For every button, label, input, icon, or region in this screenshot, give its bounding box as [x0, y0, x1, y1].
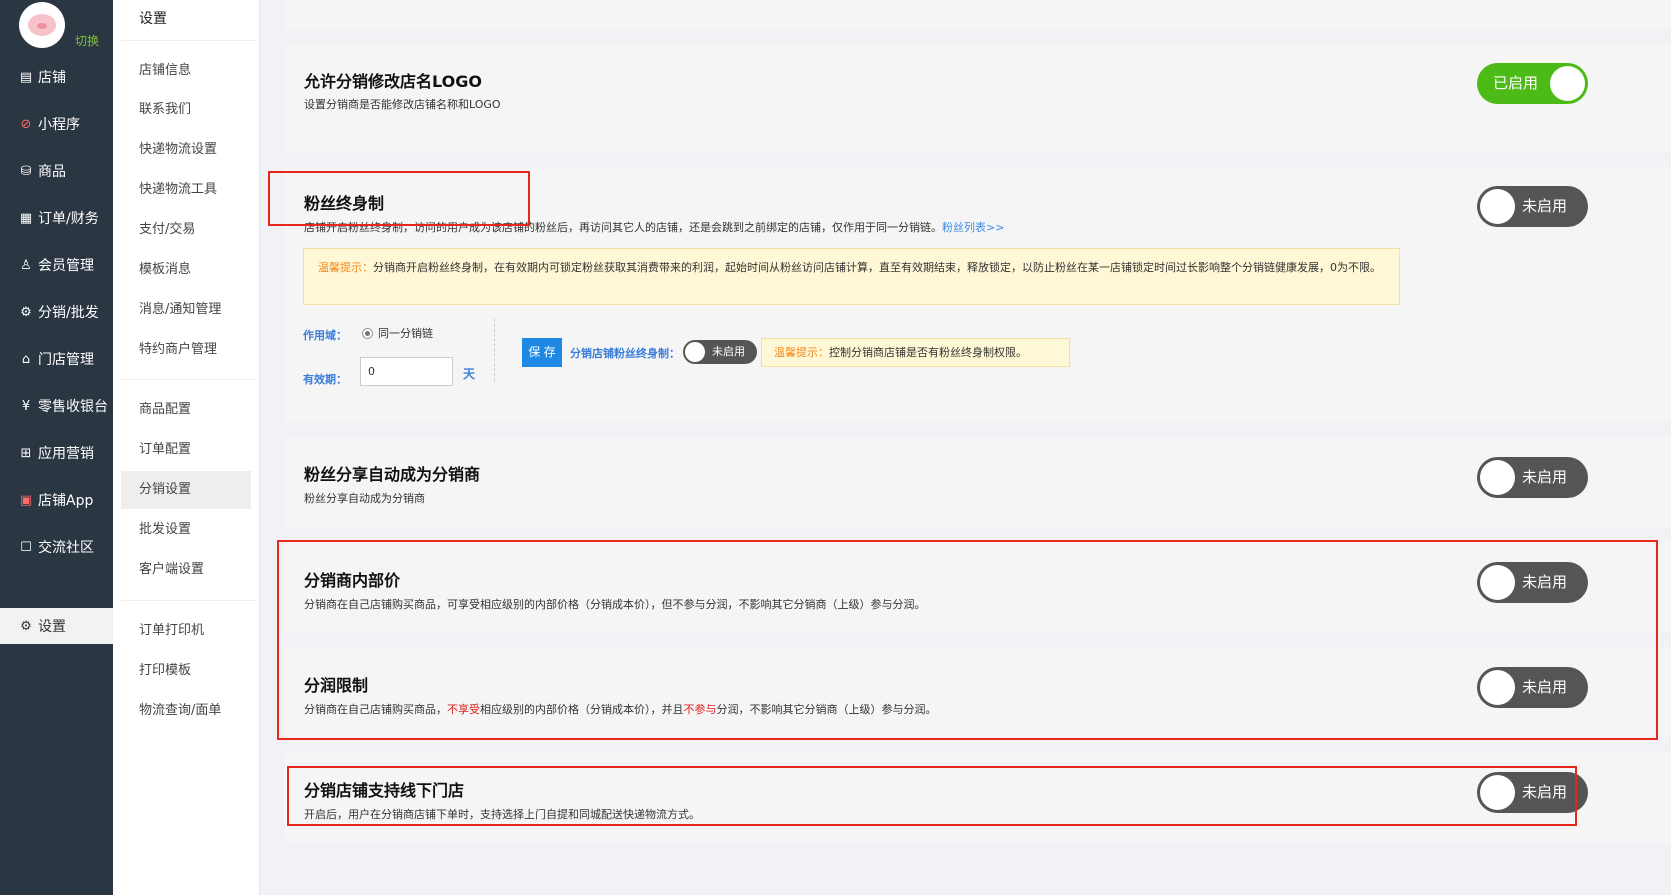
submenu-divider: [121, 379, 257, 380]
setting-desc: 设置分销商是否能修改店铺名称和LOGO: [304, 98, 501, 111]
submenu-item-store-info[interactable]: 店铺信息: [121, 52, 251, 90]
toggle-knob: [1480, 460, 1515, 495]
valid-period-label: 有效期：: [303, 373, 347, 386]
fans-tip: 温馨提示：分销商开启粉丝终身制，在有效期内可锁定粉丝获取其消费带来的利润，起始时…: [303, 248, 1400, 305]
submenu-item-client-settings[interactable]: 客户端设置: [121, 551, 251, 589]
toggle-knob: [685, 342, 705, 362]
nav-item-distribution[interactable]: ⚙ 分销/批发: [0, 294, 113, 330]
submenu-divider: [121, 40, 257, 41]
submenu-item-logistics-settings[interactable]: 快递物流设置: [121, 131, 251, 169]
submenu-item-contact[interactable]: 联系我们: [121, 91, 251, 129]
submenu-item-template-msg[interactable]: 模板消息: [121, 251, 251, 289]
submenu-item-order-printer[interactable]: 订单打印机: [121, 612, 251, 650]
app-icon: ▣: [19, 492, 33, 508]
settings-submenu: 设置 店铺信息 联系我们 快递物流设置 快递物流工具 支付/交易 模板消息 消息…: [113, 0, 260, 895]
settings-card-top: [284, 0, 1671, 30]
shop-icon: ⌂: [21, 351, 31, 367]
nav-item-shop[interactable]: ⌂ 门店管理: [0, 341, 113, 377]
main-nav: 切换 ▤ 店铺 ⊘ 小程序 ⛁ 商品 ▦ 订单/财务 ♙ 会员管理 ⚙ 分销/批发 ⌂ 门店管…: [0, 0, 113, 895]
scope-label: 作用域：: [303, 329, 347, 342]
switch-store-link[interactable]: 切换: [75, 32, 99, 49]
save-button[interactable]: 保 存: [522, 338, 562, 367]
nav-item-order[interactable]: ▦ 订单/财务: [0, 200, 113, 236]
community-icon: ☐: [20, 539, 32, 555]
apps-icon: ⊞: [20, 445, 32, 461]
nav-item-app[interactable]: ▣ 店铺App: [0, 482, 113, 518]
share-toggle[interactable]: 未启用: [1477, 457, 1588, 498]
logo-toggle[interactable]: 已启用: [1477, 63, 1588, 104]
store-fans-tip: 温馨提示：控制分销商店铺是否有粉丝终身制权限。: [761, 338, 1070, 367]
member-icon: ♙: [20, 257, 32, 273]
annotation-box: [287, 766, 1577, 826]
valid-period-unit: 天: [463, 367, 476, 381]
nav-item-settings[interactable]: ⚙ 设置: [0, 608, 113, 644]
product-icon: ⛁: [20, 163, 32, 179]
submenu-divider: [121, 600, 257, 601]
submenu-item-special-merchant[interactable]: 特约商户管理: [121, 331, 251, 369]
nav-item-miniprogram[interactable]: ⊘ 小程序: [0, 106, 113, 142]
submenu-item-notifications[interactable]: 消息/通知管理: [121, 291, 251, 329]
submenu-item-distribution-settings[interactable]: 分销设置: [121, 471, 251, 509]
nav-item-cashier[interactable]: ¥ 零售收银台: [0, 388, 113, 424]
valid-period-input[interactable]: [360, 357, 453, 386]
store-fans-label: 分销店铺粉丝终身制：: [570, 347, 680, 360]
nav-item-member[interactable]: ♙ 会员管理: [0, 247, 113, 283]
submenu-item-payment[interactable]: 支付/交易: [121, 211, 251, 249]
miniprogram-icon: ⊘: [20, 116, 32, 132]
setting-title: 允许分销修改店名LOGO: [304, 72, 482, 91]
order-icon: ▦: [19, 210, 33, 226]
field-divider: [494, 319, 495, 381]
distribution-icon: ⚙: [20, 304, 32, 320]
nav-item-product[interactable]: ⛁ 商品: [0, 153, 113, 189]
annotation-box: [268, 171, 530, 226]
annotation-box: [277, 540, 1658, 740]
settings-content: 允许分销修改店名LOGO 设置分销商是否能修改店铺名称和LOGO 已启用 粉丝终…: [270, 0, 1671, 895]
store-icon: ▤: [19, 69, 33, 85]
setting-title: 粉丝分享自动成为分销商: [304, 465, 481, 484]
setting-logo-card: 允许分销修改店名LOGO 设置分销商是否能修改店铺名称和LOGO 已启用: [284, 44, 1671, 151]
scope-option-label: 同一分销链: [378, 327, 433, 340]
submenu-item-order-config[interactable]: 订单配置: [121, 431, 251, 469]
submenu-item-product-config[interactable]: 商品配置: [121, 391, 251, 429]
submenu-item-print-template[interactable]: 打印模板: [121, 652, 251, 690]
scope-radio[interactable]: [362, 328, 373, 339]
setting-share-card: 粉丝分享自动成为分销商 粉丝分享自动成为分销商 未启用: [284, 437, 1671, 527]
fans-toggle[interactable]: 未启用: [1477, 186, 1588, 227]
nav-item-apps[interactable]: ⊞ 应用营销: [0, 435, 113, 471]
submenu-item-logistics-query[interactable]: 物流查询/面单: [121, 692, 251, 730]
toggle-knob: [1480, 189, 1515, 224]
store-fans-toggle[interactable]: 未启用: [683, 340, 757, 364]
submenu-item-wholesale-settings[interactable]: 批发设置: [121, 511, 251, 549]
fans-list-link[interactable]: 粉丝列表>>: [942, 221, 1004, 234]
cashier-icon: ¥: [21, 398, 31, 414]
submenu-title: 设置: [139, 11, 167, 27]
piggy-logo-icon: [28, 14, 56, 36]
gear-icon: ⚙: [20, 618, 32, 634]
store-avatar[interactable]: [19, 2, 65, 48]
toggle-knob: [1550, 66, 1585, 101]
setting-desc: 粉丝分享自动成为分销商: [304, 492, 425, 505]
submenu-item-logistics-tools[interactable]: 快递物流工具: [121, 171, 251, 209]
nav-item-community[interactable]: ☐ 交流社区: [0, 529, 113, 565]
nav-item-store[interactable]: ▤ 店铺: [0, 59, 113, 95]
